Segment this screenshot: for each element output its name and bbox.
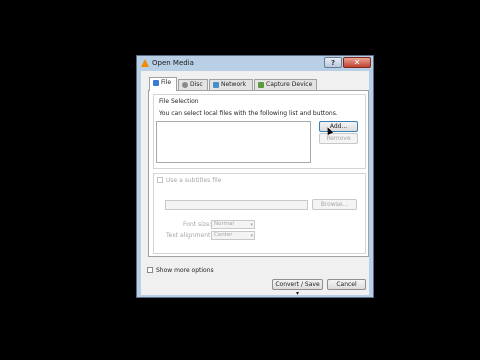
close-button[interactable]: ✕ — [343, 57, 371, 68]
file-tab-panel: File Selection You can select local file… — [148, 90, 369, 257]
show-more-options-label: Show more options — [156, 267, 214, 274]
use-subtitles-checkbox[interactable] — [157, 177, 163, 183]
use-subtitles-label: Use a subtitles file — [166, 177, 222, 184]
text-alignment-label: Text alignment: — [166, 232, 213, 239]
cancel-button[interactable]: Cancel — [327, 279, 366, 290]
subtitles-group: Use a subtitles file Browse... Font size… — [153, 173, 366, 254]
chevron-down-icon: ▾ — [250, 233, 253, 239]
capture-device-icon — [258, 82, 264, 88]
tab-network-label: Network — [221, 81, 247, 88]
tab-capture-device[interactable]: Capture Device — [254, 79, 317, 90]
subtitles-file-input[interactable] — [165, 200, 308, 210]
convert-save-button[interactable]: Convert / Save ▾ — [272, 279, 323, 297]
remove-button[interactable]: Remove — [319, 133, 358, 144]
vlc-cone-icon — [141, 59, 149, 67]
tab-network[interactable]: Network — [209, 79, 253, 90]
text-alignment-select[interactable]: Center ▾ — [211, 231, 255, 240]
browse-button[interactable]: Browse... — [312, 199, 357, 210]
font-size-select[interactable]: Normal ▾ — [211, 220, 255, 229]
title-bar[interactable]: Open Media ? ✕ — [137, 56, 373, 70]
window-title: Open Media — [152, 59, 194, 67]
file-selection-title: File Selection — [159, 98, 199, 105]
open-media-dialog: Open Media ? ✕ File Disc Network Capture… — [136, 55, 374, 298]
file-icon — [153, 80, 159, 86]
tab-file[interactable]: File — [149, 77, 177, 91]
network-icon — [213, 82, 219, 88]
font-size-label: Font size: — [183, 221, 212, 228]
font-size-value: Normal — [214, 221, 234, 227]
convert-save-label: Convert / Save — [275, 281, 320, 288]
disc-icon — [182, 82, 188, 88]
file-selection-instructions: You can select local files with the foll… — [159, 110, 338, 117]
help-button[interactable]: ? — [324, 57, 342, 68]
tab-disc[interactable]: Disc — [178, 79, 208, 90]
file-list[interactable] — [156, 121, 311, 163]
tab-file-label: File — [161, 79, 172, 86]
tab-disc-label: Disc — [190, 81, 203, 88]
dropdown-arrow-icon: ▾ — [295, 290, 299, 297]
text-alignment-value: Center — [214, 232, 233, 238]
dialog-client-area: File Disc Network Capture Device File Se… — [141, 71, 369, 297]
tab-capture-device-label: Capture Device — [266, 81, 313, 88]
show-more-options-checkbox[interactable] — [147, 267, 153, 273]
chevron-down-icon: ▾ — [250, 222, 253, 228]
file-selection-group: File Selection You can select local file… — [153, 94, 366, 169]
